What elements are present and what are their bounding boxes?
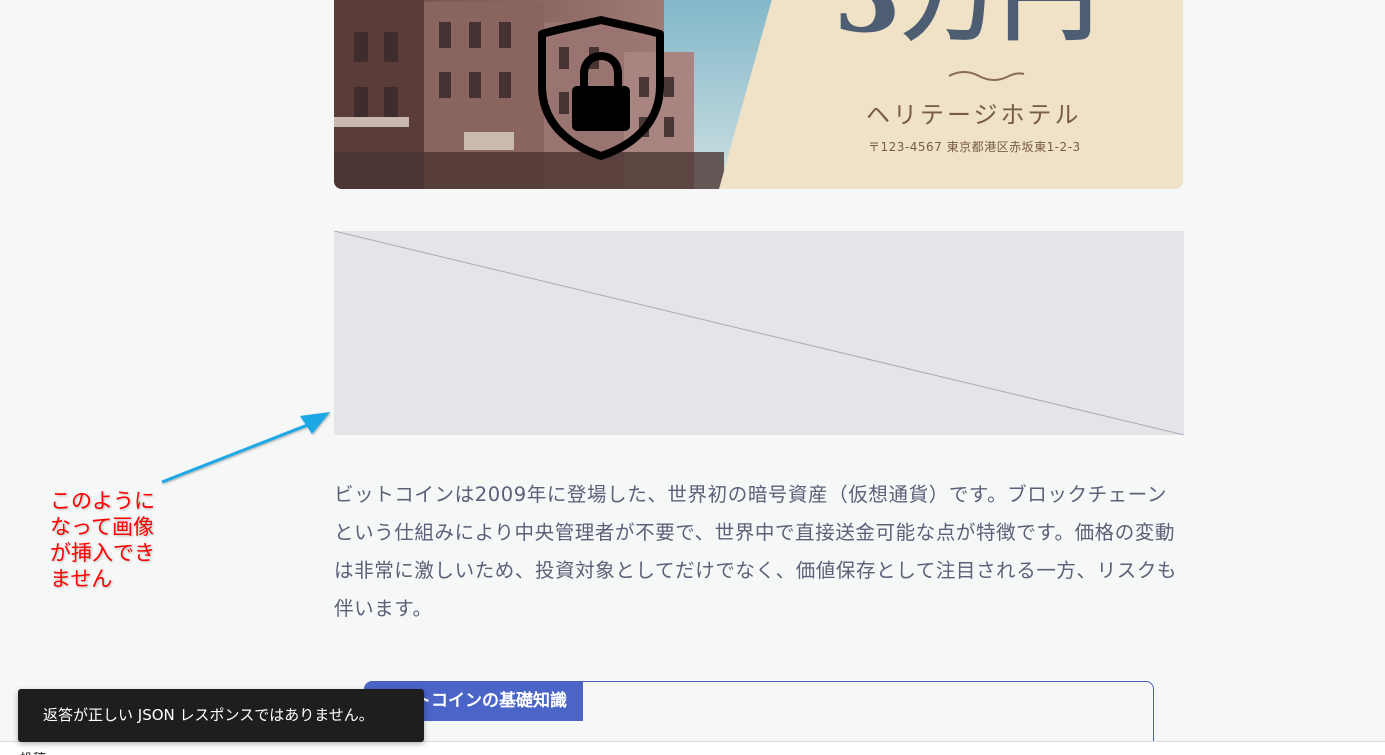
hotel-banner-image[interactable]: 3万円 ヘリテージホテル 〒123-4567 東京都港区赤坂東1-2-3 bbox=[334, 0, 1183, 189]
toast-message: 返答が正しい JSON レスポンスではありません。 bbox=[43, 706, 374, 724]
annotation-arrow-icon bbox=[161, 412, 330, 484]
footer-breadcrumb-post[interactable]: 投稿 bbox=[20, 748, 46, 755]
broken-image-placeholder[interactable] bbox=[333, 230, 1185, 436]
article-paragraph[interactable]: ビットコインは2009年に登場した、世界初の暗号資産（仮想通貨）です。ブロックチ… bbox=[334, 476, 1184, 628]
shield-lock-icon bbox=[538, 16, 664, 160]
broken-image-diagonal-icon bbox=[333, 230, 1185, 436]
editor-footer-bar: 投稿 bbox=[0, 741, 1385, 755]
error-toast[interactable]: 返答が正しい JSON レスポンスではありません。 bbox=[18, 689, 424, 742]
banner-hotel-name: ヘリテージホテル bbox=[866, 101, 1082, 129]
editor-canvas: 3万円 ヘリテージホテル 〒123-4567 東京都港区赤坂東1-2-3 このよ… bbox=[0, 0, 1385, 755]
annotation-note: このように なって画像 が挿入でき ません bbox=[50, 489, 155, 591]
banner-address: 〒123-4567 東京都港区赤坂東1-2-3 bbox=[868, 140, 1081, 154]
banner-price: 3万円 bbox=[834, 0, 1099, 46]
